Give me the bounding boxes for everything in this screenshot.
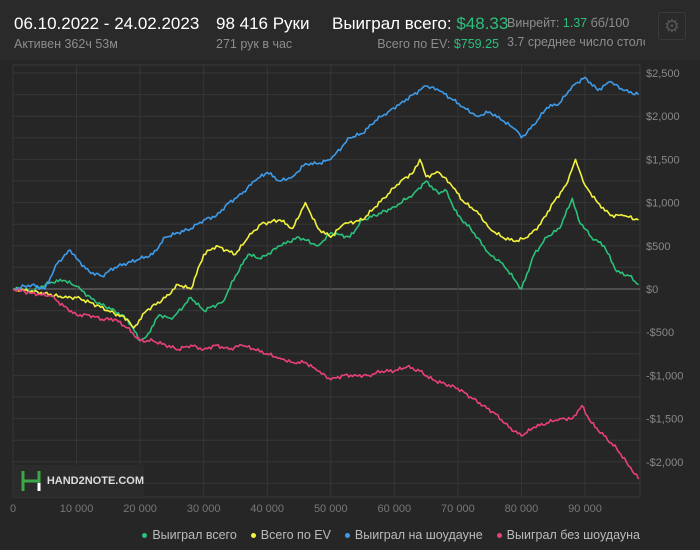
y-tick-label: -$2,000 — [646, 457, 683, 469]
x-tick-label: 60 000 — [378, 503, 412, 515]
winrate-unit: бб/100 — [590, 16, 630, 30]
legend-label: Всего по EV — [260, 528, 331, 542]
chart-legend: Выиграл всего Всего по EV Выиграл на шоу… — [142, 528, 640, 542]
plot-area — [12, 64, 641, 498]
hands-count: 98 416 Руки — [216, 14, 310, 33]
x-tick-label: 50 000 — [314, 503, 348, 515]
won-label: Выиграл всего: — [332, 14, 452, 33]
won-value: $48.33 — [456, 14, 509, 33]
legend-dot — [344, 533, 350, 539]
gear-icon[interactable]: ⚙ — [658, 12, 686, 40]
logo-text: HAND2NOTE.COM — [46, 475, 144, 487]
legend-item-ev[interactable]: Всего по EV — [250, 528, 331, 542]
y-tick-label: -$500 — [646, 327, 674, 339]
winrate-value: 1.37 — [562, 16, 588, 30]
y-tick-label: $1,000 — [646, 198, 680, 210]
hand2note-logo: HAND2NOTE.COM — [14, 465, 144, 497]
avg-tables: 3.7 среднее число столо — [507, 35, 645, 49]
x-tick-label: 90 000 — [568, 503, 602, 515]
legend-label: Выиграл на шоудауне — [354, 528, 483, 542]
x-tick-label: 40 000 — [250, 503, 284, 515]
x-tick-label: 0 — [10, 503, 16, 515]
y-tick-label: $1,500 — [646, 154, 680, 166]
winrate: Винрейт: 1.37 бб/100 — [507, 16, 629, 30]
y-tick-label: $2,500 — [646, 68, 680, 80]
legend-item-showdown[interactable]: Выиграл на шоудауне — [344, 528, 483, 542]
active-time: Активен 362ч 53м — [14, 37, 118, 51]
ev-label: Всего по EV: — [377, 37, 451, 51]
ev-total: Всего по EV: $759.25 — [377, 37, 499, 51]
legend-dot — [142, 533, 148, 539]
y-tick-label: $0 — [646, 284, 658, 296]
x-tick-label: 20 000 — [123, 503, 157, 515]
legend-label: Выиграл всего — [152, 528, 237, 542]
x-tick-label: 80 000 — [505, 503, 539, 515]
y-tick-label: -$1,000 — [646, 370, 683, 382]
legend-dot — [250, 533, 256, 539]
y-tick-label: $500 — [646, 241, 670, 253]
y-tick-label: $2,000 — [646, 111, 680, 123]
x-tick-label: 30 000 — [187, 503, 221, 515]
date-range[interactable]: 06.10.2022 - 24.02.2023 — [14, 14, 199, 34]
stats-header: 06.10.2022 - 24.02.2023 Активен 362ч 53м… — [0, 0, 700, 60]
logo-icon — [21, 471, 41, 491]
hands-per-hour: 271 рук в час — [216, 37, 293, 51]
x-tick-label: 10 000 — [60, 503, 94, 515]
legend-dot — [496, 533, 502, 539]
ev-value: $759.25 — [453, 37, 499, 51]
legend-label: Выиграл без шоудауна — [506, 528, 640, 542]
won-total: Выиграл всего: $48.33 — [332, 14, 508, 34]
winrate-label: Винрейт: — [507, 16, 560, 30]
legend-item-non-showdown[interactable]: Выиграл без шоудауна — [496, 528, 640, 542]
legend-item-won[interactable]: Выиграл всего — [142, 528, 237, 542]
profit-chart: 0 10 000 20 000 30 000 40 000 50 000 60 000 70 … — [10, 64, 683, 515]
y-tick-label: -$1,500 — [646, 414, 683, 426]
x-tick-label: 70 000 — [441, 503, 475, 515]
